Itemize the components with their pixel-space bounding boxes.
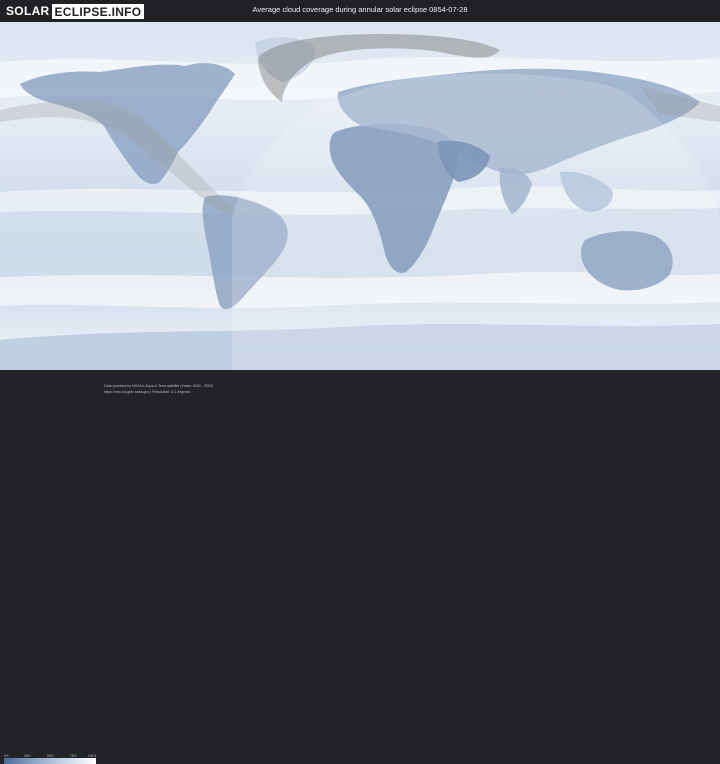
header-bar: SOLAR ECLIPSE.INFO Average cloud coverag…	[0, 0, 720, 22]
cloud-coverage-map	[0, 22, 720, 370]
data-source-link[interactable]: https://neo.sci.gsfc.nasa.gov | Resoluti…	[104, 390, 190, 394]
data-credit: Data provided by NASA's Aqua & Terra sat…	[104, 384, 213, 388]
footer-bar: 0% 25% 50% 75% 100% Data provided by NAS…	[0, 370, 720, 764]
eclipse-visibility-region	[232, 73, 720, 370]
page-title: Average cloud coverage during annular so…	[252, 5, 468, 14]
cloud-coverage-legend: 0% 25% 50% 75% 100%	[4, 754, 96, 764]
legend-gradient-bar	[4, 758, 96, 764]
